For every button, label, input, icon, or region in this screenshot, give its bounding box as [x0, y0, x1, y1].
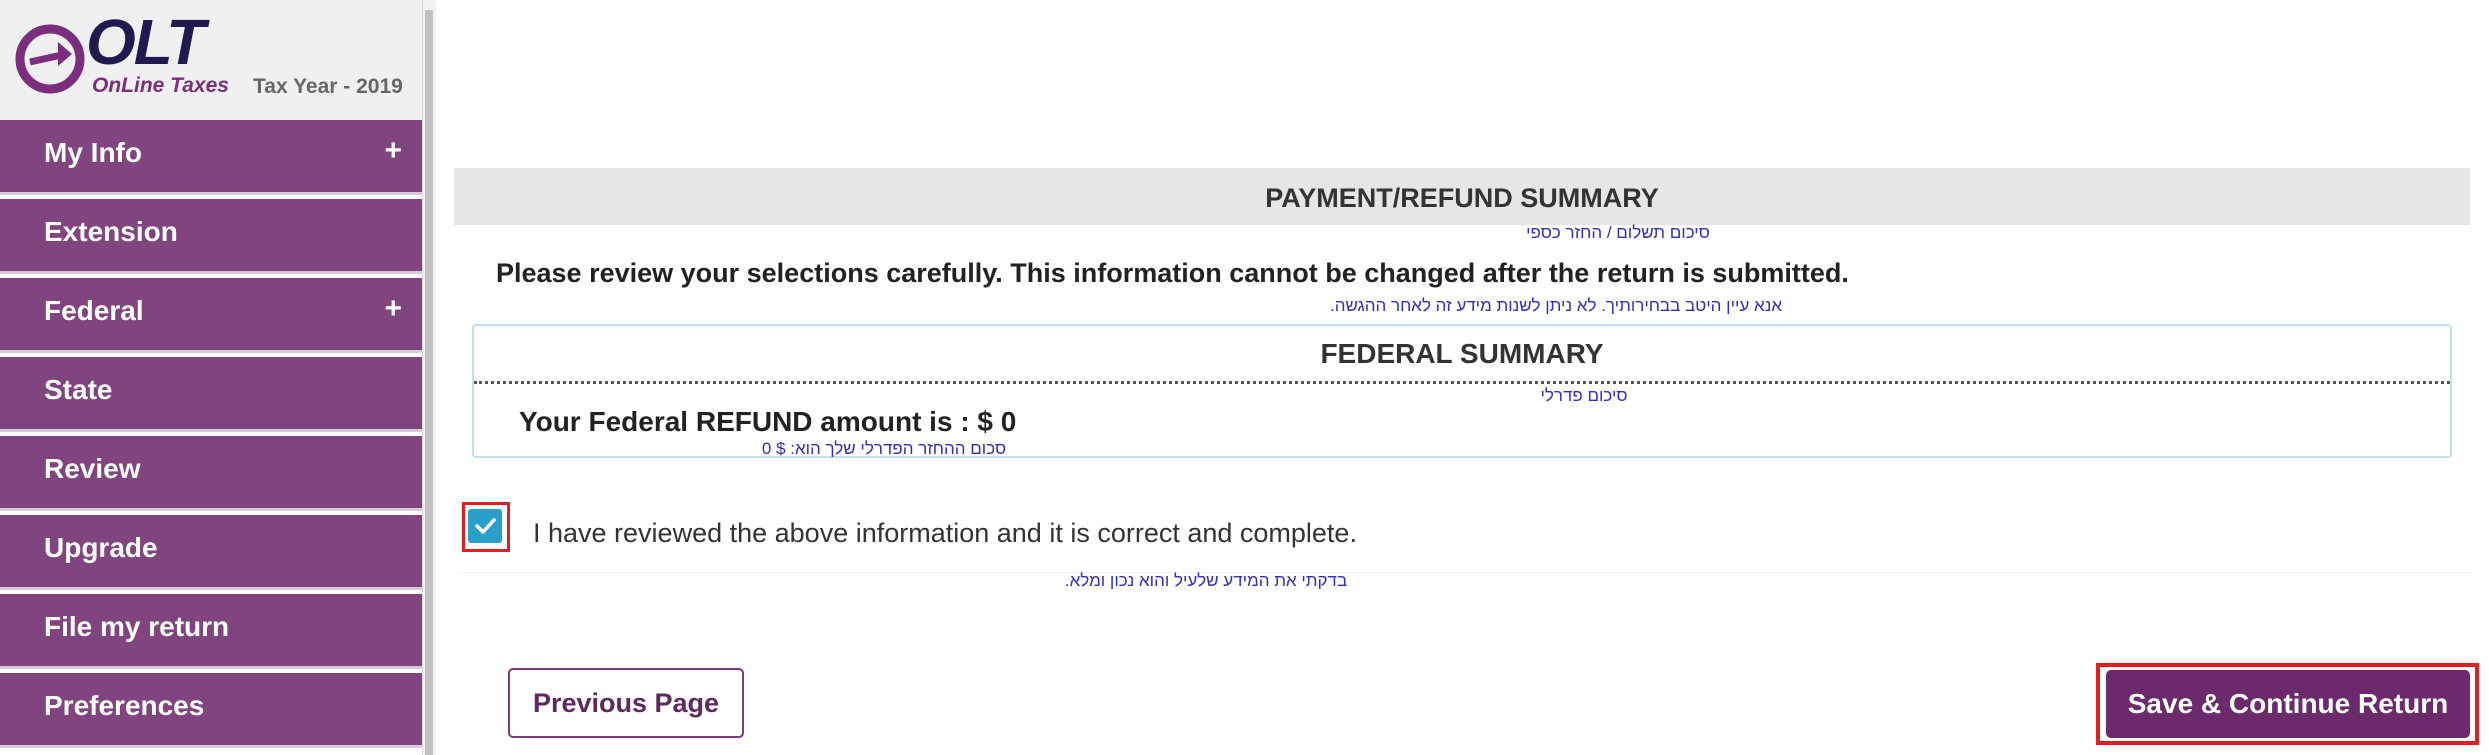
review-confirm-checkbox[interactable] — [468, 509, 502, 543]
review-warning-hebrew: אנא עיין היטב בבחירותיך. לא ניתן לשנות מ… — [1329, 296, 1783, 315]
sidebar-item-file-my-return[interactable]: File my return — [0, 594, 422, 669]
federal-refund-amount: Your Federal REFUND amount is : $ 0 — [519, 406, 1017, 437]
previous-page-button[interactable]: Previous Page — [508, 668, 744, 738]
federal-summary-box: FEDERAL SUMMARY סיכום פדרלי Your Federal… — [472, 324, 2452, 458]
page-title: PAYMENT/REFUND SUMMARY — [1265, 183, 1659, 213]
confirm-label-hebrew: בדקתי את המידע שלעיל והוא נכון ומלא. — [1064, 571, 1348, 590]
tax-year-label: Tax Year - 2019 — [253, 75, 403, 98]
sidebar-item-label: Extension — [44, 216, 178, 247]
logo-area: OLT OnLine Taxes Tax Year - 2019 — [0, 0, 422, 120]
summary-header: PAYMENT/REFUND SUMMARY — [454, 168, 2470, 225]
checkmark-icon — [475, 518, 496, 534]
sidebar-scrollbar[interactable] — [422, 0, 436, 755]
sidebar-item-label: Preferences — [44, 690, 205, 721]
scrollbar-thumb[interactable] — [425, 10, 433, 755]
dotted-divider — [474, 381, 2450, 384]
sidebar-item-label: Review — [44, 453, 141, 484]
sidebar-item-extension[interactable]: Extension — [0, 199, 422, 274]
sidebar-item-my-info[interactable]: My Info + — [0, 120, 422, 195]
confirm-label: I have reviewed the above information an… — [533, 518, 1357, 548]
sidebar-item-label: My Info — [44, 137, 142, 168]
sidebar-item-preferences[interactable]: Preferences — [0, 673, 422, 748]
sidebar-item-review[interactable]: Review — [0, 436, 422, 511]
sidebar-item-label: File my return — [44, 611, 230, 642]
sidebar-item-federal[interactable]: Federal + — [0, 278, 422, 353]
federal-summary-title: FEDERAL SUMMARY — [1320, 338, 1604, 369]
federal-refund-amount-hebrew: סכום ההחזר הפדרלי שלך הוא: $ 0 — [761, 439, 1007, 458]
sidebar-item-state[interactable]: State — [0, 357, 422, 432]
federal-summary-title-hebrew: סיכום פדרלי — [1540, 386, 1628, 405]
sidebar-item-upgrade[interactable]: Upgrade — [0, 515, 422, 590]
expand-icon[interactable]: + — [384, 134, 402, 168]
main-content: PAYMENT/REFUND SUMMARY סיכום תשלום / החז… — [436, 0, 2489, 755]
sidebar-nav: My Info + Extension Federal + State Revi… — [0, 120, 422, 752]
review-warning: Please review your selections carefully.… — [496, 258, 1849, 288]
expand-icon[interactable]: + — [384, 292, 402, 326]
logo-tagline: OnLine Taxes — [92, 74, 229, 97]
sidebar: OLT OnLine Taxes Tax Year - 2019 My Info… — [0, 0, 422, 755]
summary-title-hebrew: סיכום תשלום / החזר כספי — [1526, 223, 1710, 242]
confirm-row: I have reviewed the above information an… — [458, 498, 2474, 573]
olt-logo-mark — [15, 24, 85, 94]
sidebar-item-label: State — [44, 374, 113, 405]
logo-brand: OLT — [86, 6, 205, 78]
sidebar-item-label: Federal — [44, 295, 144, 326]
sidebar-item-label: Upgrade — [44, 532, 158, 563]
save-continue-button[interactable]: Save & Continue Return — [2106, 670, 2470, 738]
